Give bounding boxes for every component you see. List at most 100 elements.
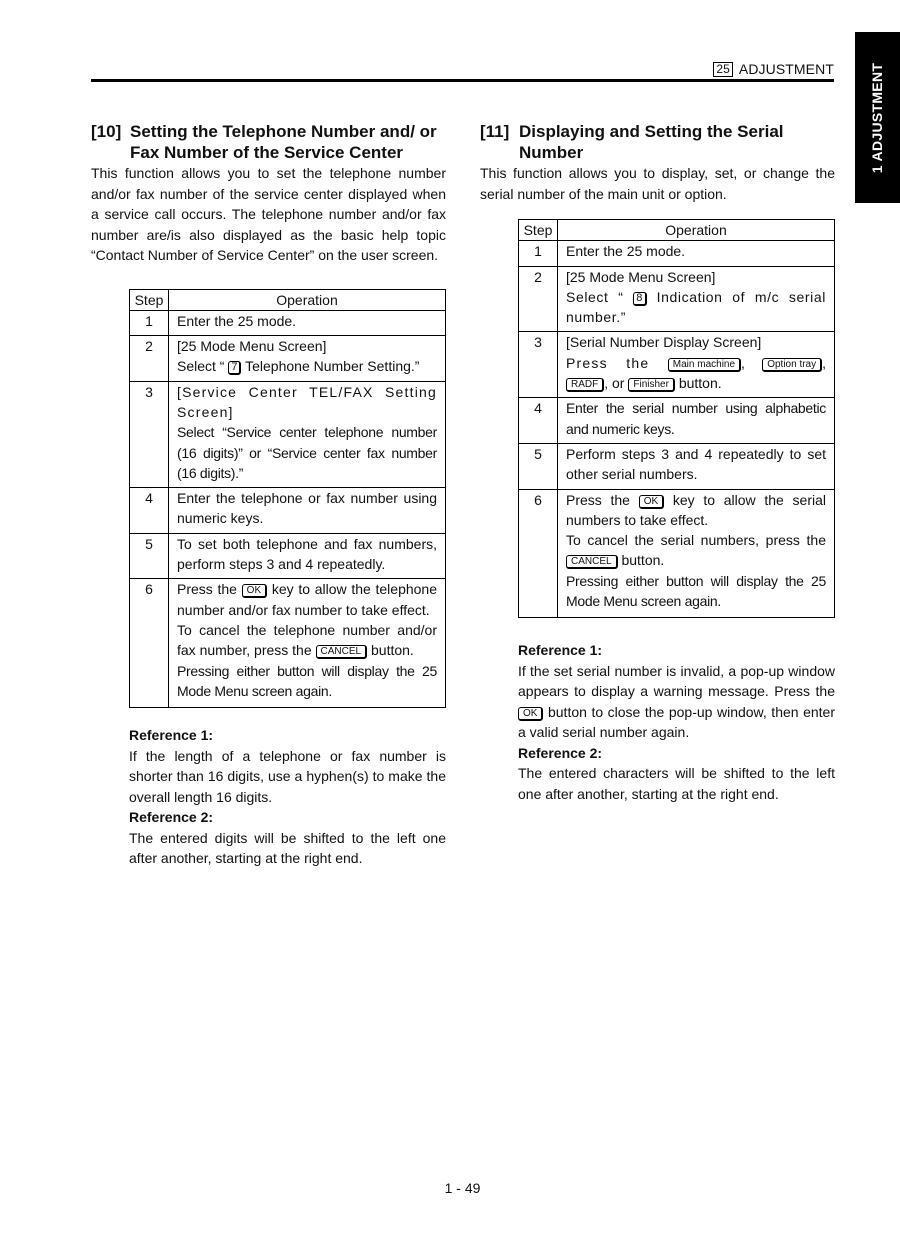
section-10-heading: [10] Setting the Telephone Number and/ o… bbox=[91, 121, 446, 163]
section-label: ADJUSTMENT bbox=[738, 61, 834, 77]
text: button to close the pop-up window, then … bbox=[518, 703, 835, 741]
step-operation: Press the OK key to allow the serial num… bbox=[557, 488, 835, 619]
table-row: 5 To set both telephone and fax numbers,… bbox=[129, 532, 446, 580]
table-row: 5 Perform steps 3 and 4 repeatedly to se… bbox=[518, 442, 835, 490]
section-11-heading: [11] Displaying and Setting the Serial N… bbox=[480, 121, 835, 163]
step-operation: Enter the serial number using alphabetic… bbox=[557, 397, 835, 444]
text: button. bbox=[367, 642, 414, 659]
table-row: 2 [25 Mode Menu Screen] Select “ 8 Indic… bbox=[518, 265, 835, 333]
table-row: 6 Press the OK key to allow the serial n… bbox=[518, 488, 835, 619]
reference-2-text: The entered digits will be shifted to th… bbox=[129, 829, 446, 867]
references: Reference 1: If the set serial number is… bbox=[518, 640, 835, 804]
steps-table: Step Operation 1 Enter the 25 mode. 2 [2… bbox=[129, 288, 446, 709]
header-step: Step bbox=[129, 288, 169, 311]
select-instruction: Select “ 8 Indication of m/c serial numb… bbox=[566, 287, 826, 328]
step-number: 5 bbox=[518, 442, 558, 490]
mode-number-box: 25 bbox=[713, 61, 733, 77]
section-10: [10] Setting the Telephone Number and/ o… bbox=[91, 121, 446, 869]
reference-1-heading: Reference 1: bbox=[129, 727, 214, 744]
step-number: 2 bbox=[129, 335, 169, 382]
step-number: 3 bbox=[518, 331, 558, 399]
chapter-tab: 1 ADJUSTMENT bbox=[855, 32, 900, 203]
header-step: Step bbox=[518, 218, 558, 242]
cancel-instruction: To cancel the serial numbers, press the … bbox=[566, 530, 826, 571]
step-number: 1 bbox=[129, 309, 169, 337]
running-header: 25 ADJUSTMENT bbox=[713, 61, 834, 77]
step-operation: Press the OK key to allow the telephone … bbox=[168, 578, 446, 709]
press-instruction: Press the OK key to allow the telephone … bbox=[177, 579, 437, 620]
table-header-row: Step Operation bbox=[129, 288, 446, 311]
table-row: 4 Enter the telephone or fax number usin… bbox=[129, 487, 446, 534]
return-note: Pressing either button will display the … bbox=[177, 662, 437, 699]
steps-table: Step Operation 1 Enter the 25 mode. 2 [2… bbox=[518, 218, 835, 619]
screen-name: [Serial Number Display Screen] bbox=[566, 334, 762, 351]
table-row: 3 [Serial Number Display Screen] Press t… bbox=[518, 331, 835, 399]
text: button. bbox=[617, 552, 665, 569]
reference-2-heading: Reference 2: bbox=[129, 809, 214, 826]
step-operation: Enter the 25 mode. bbox=[168, 309, 446, 337]
table-row: 1 Enter the 25 mode. bbox=[129, 309, 446, 337]
press-instruction: Press the Main machine, Option tray, RAD… bbox=[566, 353, 826, 394]
step-operation: Enter the telephone or fax number using … bbox=[168, 487, 446, 534]
table-row: 4 Enter the serial number using alphabet… bbox=[518, 397, 835, 444]
screen-name: [Service Center TEL/FAX Setting Screen] bbox=[177, 383, 437, 420]
header-rule bbox=[91, 79, 834, 82]
text: Press the bbox=[177, 581, 242, 598]
reference-1-heading: Reference 1: bbox=[518, 642, 603, 659]
step-number: 4 bbox=[518, 397, 558, 444]
text: To cancel the serial numbers, press the bbox=[566, 532, 826, 549]
step-operation: [25 Mode Menu Screen] Select “ 8 Indicat… bbox=[557, 265, 835, 333]
ok-key: OK bbox=[638, 494, 665, 509]
step-number: 3 bbox=[129, 380, 169, 489]
text: Press the bbox=[566, 354, 668, 371]
text: If the set serial number is invalid, a p… bbox=[518, 662, 835, 700]
press-instruction: Press the OK key to allow the serial num… bbox=[566, 490, 826, 531]
section-number: [11] bbox=[480, 122, 510, 141]
text: Telephone Number Setting.” bbox=[241, 358, 420, 375]
step-number: 6 bbox=[518, 488, 558, 619]
step-operation: To set both telephone and fax numbers, p… bbox=[168, 532, 446, 580]
step-operation: Enter the 25 mode. bbox=[557, 240, 835, 267]
reference-1-text: If the set serial number is invalid, a p… bbox=[518, 661, 835, 743]
select-instruction: Select “ 7 Telephone Number Setting.” bbox=[177, 356, 437, 376]
menu-key-8: 8 bbox=[633, 291, 647, 306]
screen-name: [25 Mode Menu Screen] bbox=[566, 268, 716, 285]
table-row: 3 [Service Center TEL/FAX Setting Screen… bbox=[129, 380, 446, 489]
menu-key-7: 7 bbox=[228, 361, 242, 376]
section-title: Setting the Telephone Number and/ or Fax… bbox=[130, 122, 437, 162]
section-number: [10] bbox=[91, 122, 122, 141]
step-number: 6 bbox=[129, 578, 169, 709]
references: Reference 1: If the length of a telephon… bbox=[129, 725, 446, 869]
section-11: [11] Displaying and Setting the Serial N… bbox=[480, 121, 835, 804]
radf-key: RADF bbox=[566, 378, 605, 393]
ok-key: OK bbox=[241, 584, 268, 599]
text: , or bbox=[604, 375, 629, 392]
reference-2-heading: Reference 2: bbox=[518, 744, 603, 761]
chapter-tab-label: 1 ADJUSTMENT bbox=[869, 62, 886, 173]
step-operation: [Service Center TEL/FAX Setting Screen] … bbox=[168, 380, 446, 489]
table-header-row: Step Operation bbox=[518, 218, 835, 242]
table-row: 2 [25 Mode Menu Screen] Select “ 7 Telep… bbox=[129, 335, 446, 382]
cancel-key: CANCEL bbox=[315, 645, 368, 660]
header-operation: Operation bbox=[168, 288, 446, 311]
table-row: 6 Press the OK key to allow the telephon… bbox=[129, 578, 446, 709]
section-title: Displaying and Setting the Serial Number bbox=[519, 122, 784, 162]
text: button. bbox=[674, 375, 722, 392]
reference-2-text: The entered characters will be shifted t… bbox=[518, 765, 835, 802]
text: Select “ bbox=[566, 288, 634, 305]
option-tray-key: Option tray bbox=[762, 357, 823, 372]
step-number: 4 bbox=[129, 487, 169, 534]
section-intro: This function allows you to display, set… bbox=[480, 165, 835, 202]
return-note: Pressing either button will display the … bbox=[566, 572, 826, 610]
step-number: 5 bbox=[129, 532, 169, 580]
step-number: 1 bbox=[518, 240, 558, 267]
step-operation: [25 Mode Menu Screen] Select “ 7 Telepho… bbox=[168, 335, 446, 382]
text: Select “ bbox=[177, 358, 229, 375]
table-row: 1 Enter the 25 mode. bbox=[518, 240, 835, 267]
page-number: 1 - 49 bbox=[444, 1180, 481, 1196]
reference-1-text: If the length of a telephone or fax numb… bbox=[129, 747, 446, 805]
text: , bbox=[822, 354, 827, 371]
header-operation: Operation bbox=[557, 218, 835, 242]
section-intro: This function allows you to set the tele… bbox=[91, 165, 446, 263]
step-operation: Perform steps 3 and 4 repeatedly to set … bbox=[557, 442, 835, 490]
